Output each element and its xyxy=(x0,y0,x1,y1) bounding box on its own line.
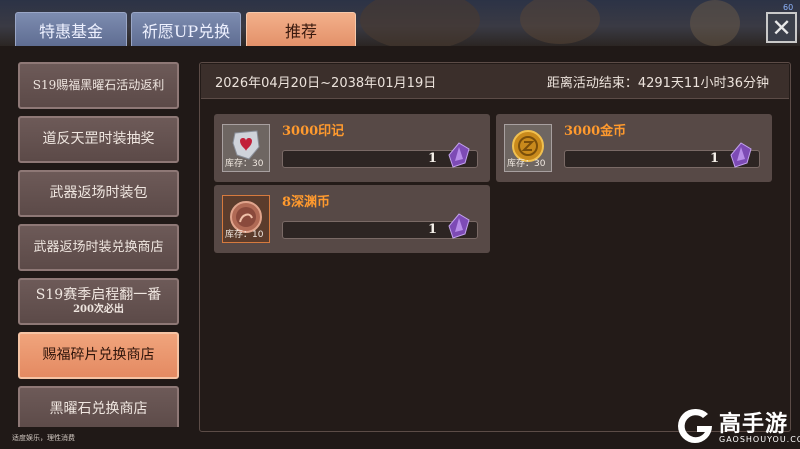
reward-card[interactable]: 库存：30 3000印记 1 xyxy=(214,114,490,182)
reward-quantity-bar: 1 xyxy=(564,142,760,168)
sidebar-item-costume-lottery[interactable]: 道反天罡时装抽奖 xyxy=(18,116,179,163)
reward-stock: 库存：10 xyxy=(225,230,264,240)
sidebar-item-label: 赐福碎片兑换商店 xyxy=(42,347,155,363)
brand-logo-icon xyxy=(678,408,712,443)
tab-special-fund[interactable]: 特惠基金 xyxy=(15,12,127,47)
event-date-range: 2026年04月20日~2038年01月19日 xyxy=(215,76,437,91)
reward-item-icon[interactable]: 库存：10 xyxy=(222,195,270,243)
reward-quantity: 1 xyxy=(427,222,437,237)
reward-quantity: 1 xyxy=(709,151,719,166)
reward-stock: 库存：30 xyxy=(225,159,264,169)
close-icon: ✕ xyxy=(771,13,792,42)
sidebar-item-weapon-costume-pack[interactable]: 武器返场时装包 xyxy=(18,170,179,217)
sidebar-item-weapon-costume-shop[interactable]: 武器返场时装兑换商店 xyxy=(18,224,179,271)
tab-wish-up-exchange[interactable]: 祈愿UP兑换 xyxy=(131,12,241,47)
sidebar-item-label: 黑曜石兑换商店 xyxy=(49,401,148,417)
sidebar-item-obsidian-shop[interactable]: 黑曜石兑换商店 xyxy=(18,386,179,427)
reward-quantity-bar: 1 xyxy=(282,142,478,168)
tab-recommend[interactable]: 推荐 xyxy=(246,12,356,47)
footer-note: 适度娱乐，理性消费 xyxy=(12,434,75,442)
reward-item-icon[interactable]: 库存：30 xyxy=(504,124,552,172)
brand-name: 高手游 xyxy=(719,412,789,437)
crystal-shard-icon xyxy=(448,142,470,168)
reward-name: 3000金币 xyxy=(564,124,627,139)
crystal-shard-icon xyxy=(448,213,470,239)
sidebar-item-s19-season[interactable]: S19赛季启程翻一番 200次必出 xyxy=(18,278,179,325)
event-countdown: 距离活动结束：4291天11小时36分钟 xyxy=(546,76,769,91)
event-date-bar: 2026年04月20日~2038年01月19日 距离活动结束：4291天11小时… xyxy=(201,64,789,99)
sidebar-item-label: 道反天罡时装抽奖 xyxy=(42,131,155,147)
sidebar: S19赐福黑曜石活动返利 道反天罡时装抽奖 武器返场时装包 武器返场时装兑换商店… xyxy=(10,62,190,427)
content-panel: 2026年04月20日~2038年01月19日 距离活动结束：4291天11小时… xyxy=(199,62,791,432)
reward-name: 3000印记 xyxy=(282,124,345,139)
sidebar-item-sublabel: 200次必出 xyxy=(73,304,124,315)
reward-card[interactable]: 库存：30 3000金币 1 xyxy=(496,114,772,182)
sidebar-item-s19-rebate[interactable]: S19赐福黑曜石活动返利 xyxy=(18,62,179,109)
reward-quantity-bar: 1 xyxy=(282,213,478,239)
brand-watermark: 高手游 GAOSHOUYOU.COM xyxy=(675,404,800,446)
sidebar-item-label: S19赐福黑曜石活动返利 xyxy=(32,78,165,92)
sidebar-item-label: 武器返场时装兑换商店 xyxy=(33,240,164,255)
crystal-shard-icon xyxy=(730,142,752,168)
sidebar-item-label: 武器返场时装包 xyxy=(49,185,148,201)
reward-stock: 库存：30 xyxy=(507,159,546,169)
brand-url: GAOSHOUYOU.COM xyxy=(719,435,800,444)
top-counter: 60 xyxy=(783,3,794,12)
reward-item-icon[interactable]: 库存：30 xyxy=(222,124,270,172)
close-button[interactable]: ✕ xyxy=(766,12,797,43)
reward-card[interactable]: 库存：10 8深渊币 1 xyxy=(214,185,490,253)
sidebar-item-label: S19赛季启程翻一番 xyxy=(35,287,162,303)
sidebar-item-blessing-shard-shop[interactable]: 赐福碎片兑换商店 xyxy=(18,332,179,379)
reward-quantity: 1 xyxy=(427,151,437,166)
reward-name: 8深渊币 xyxy=(282,195,331,210)
